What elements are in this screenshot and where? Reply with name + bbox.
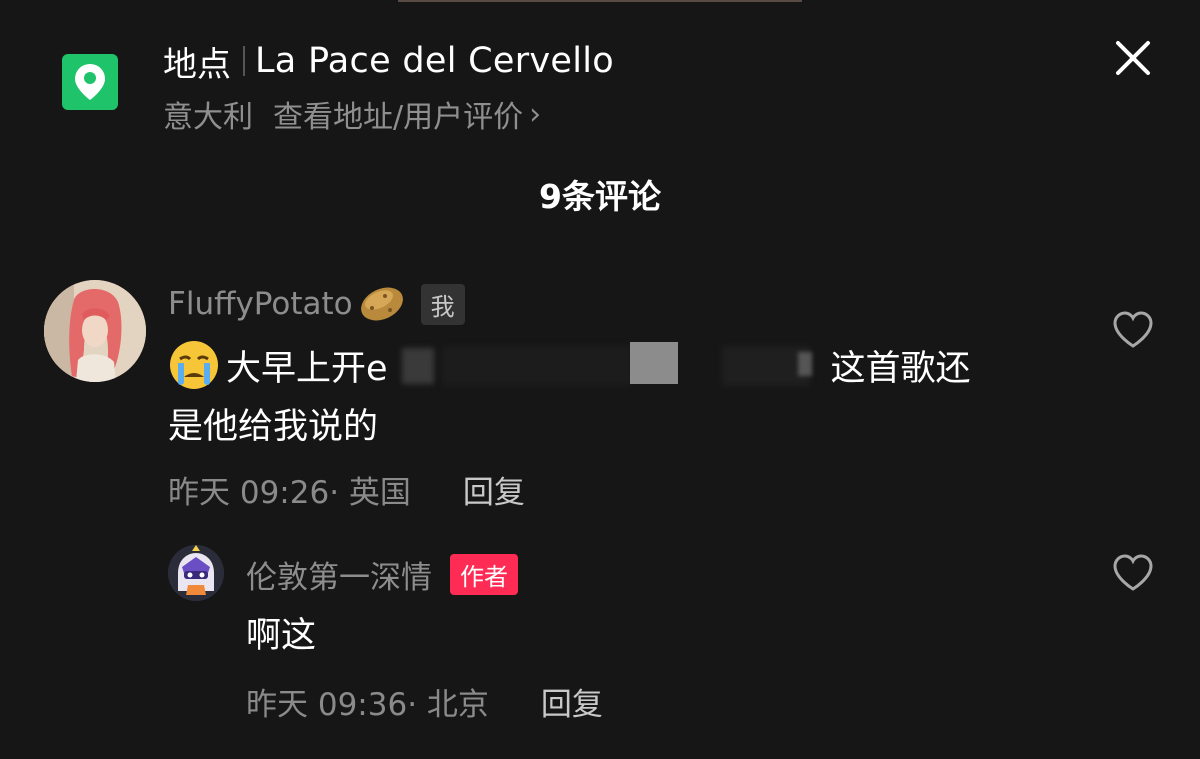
reply-meta: 昨天 09:36· 北京 回复 [246,678,603,724]
heart-outline-icon[interactable] [1112,553,1154,593]
close-button[interactable] [1108,33,1158,83]
reply-reply-button[interactable]: 回复 [541,679,603,724]
comment-text-end: 这首歌还 [830,348,971,389]
comment-timestamp: 昨天 09:26· 英国 [168,474,411,511]
location-title[interactable]: 地点 La Pace del Cervello [163,38,615,85]
view-address-link[interactable]: 查看地址/用户评价 [273,92,523,136]
chevron-right-icon: › [529,96,542,132]
self-badge: 我 [420,283,465,325]
author-badge: 作者 [450,553,518,595]
comments-count-title: 9条评论 [539,177,661,216]
comment-user-row: FluffyPotato 我 [168,281,465,327]
comment-username[interactable]: FluffyPotato [168,286,353,322]
location-label: 地点 [163,44,231,85]
comment-text-line-2: 是他给我说的 [168,406,379,447]
reply-username[interactable]: 伦敦第一深情 [246,552,432,597]
reply-avatar[interactable] [168,545,224,601]
avatar[interactable] [44,280,146,382]
reply-button[interactable]: 回复 [463,467,525,512]
location-subtitle: 意大利 查看地址/用户评价 › [163,92,542,136]
reply-timestamp: 昨天 09:36· 北京 [246,686,489,723]
location-pin-icon [62,54,118,110]
comment-meta: 昨天 09:26· 英国 回复 [168,466,525,512]
title-divider [243,46,245,76]
place-name: La Pace del Cervello [255,41,615,81]
reply-text: 啊这 [246,615,317,656]
potato-emoji-icon [360,287,403,321]
location-header: 地点 La Pace del Cervello 意大利 查看地址/用户评价 › [0,0,1200,150]
heart-outline-icon[interactable] [1112,310,1154,350]
crying-emoji-icon [170,341,218,389]
comment-text-start: 大早上开e [226,348,388,389]
comment-text-line-1: 大早上开e 这首歌还 [168,338,971,392]
redacted-text-region [401,338,817,392]
reply-user-row: 伦敦第一深情 作者 [246,552,518,596]
country-label: 意大利 [163,100,253,135]
close-icon [1116,41,1150,75]
